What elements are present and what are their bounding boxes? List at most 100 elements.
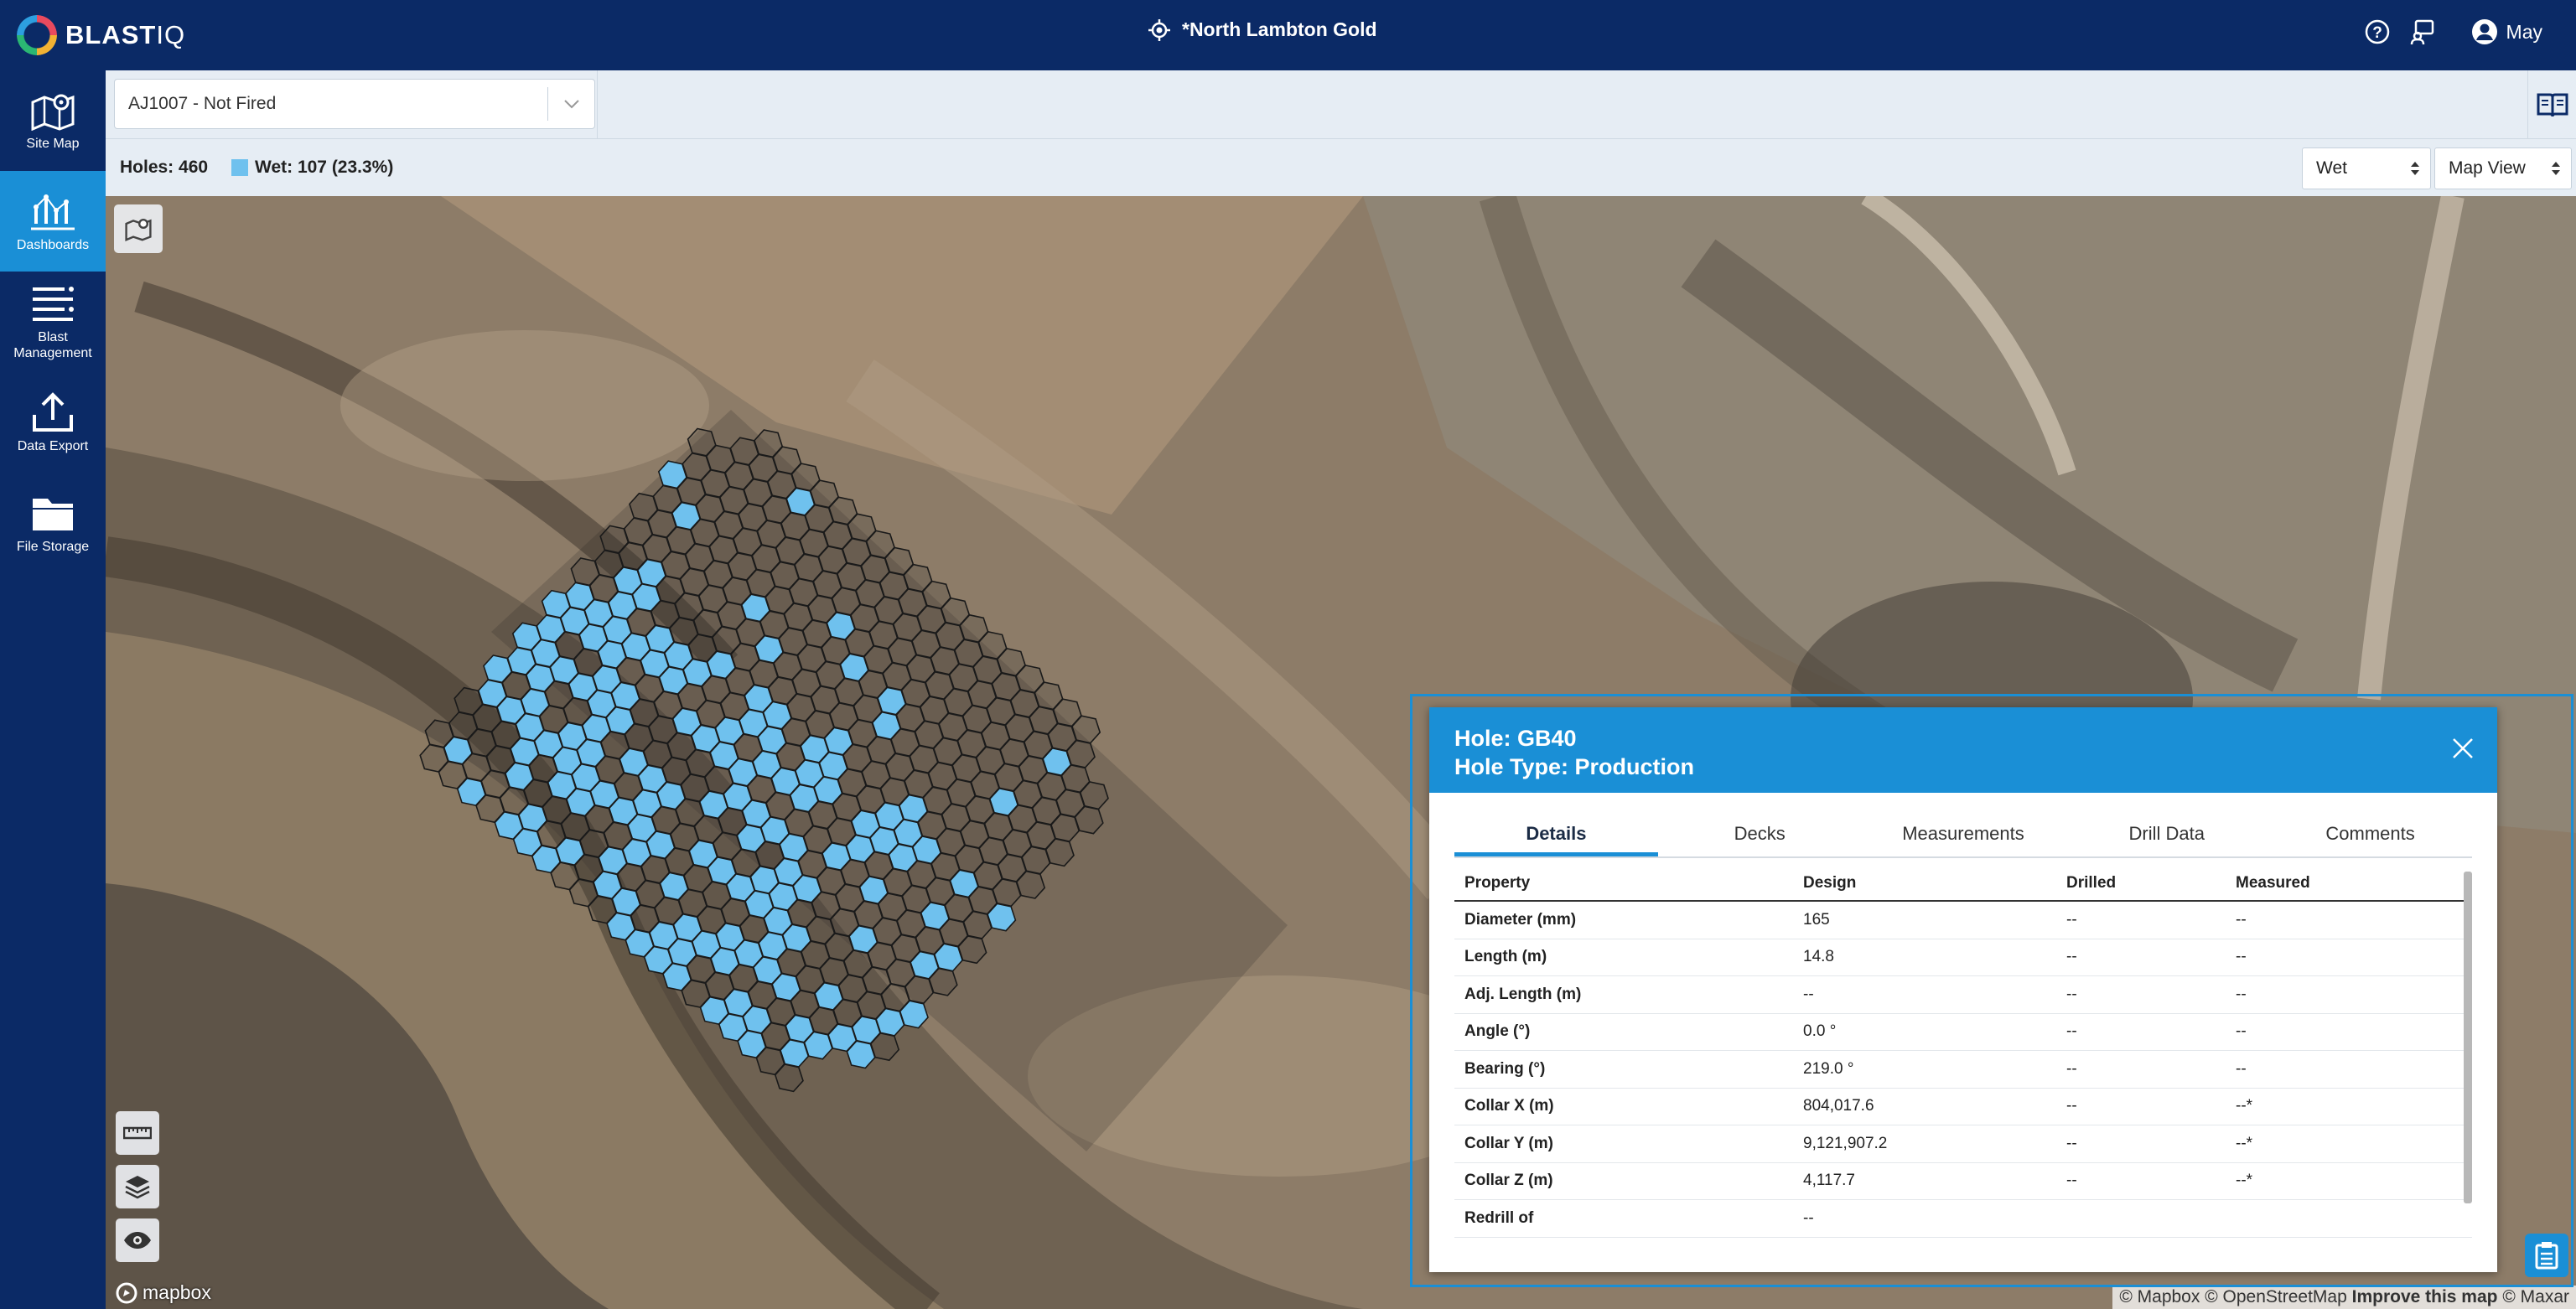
user-avatar-icon — [2471, 19, 2497, 44]
layers-button[interactable] — [116, 1165, 159, 1208]
location-target-icon — [1148, 18, 1170, 41]
property-select[interactable]: Wet — [2302, 147, 2431, 189]
improve-map-link[interactable]: Improve this map — [2352, 1287, 2498, 1306]
value-cell: -- — [2066, 1172, 2077, 1190]
tab-drill-data[interactable]: Drill Data — [2065, 815, 2268, 856]
table-row: Collar Y (m) 9,121,907.2 -- --* — [1454, 1125, 2472, 1163]
layers-icon — [125, 1176, 150, 1199]
book-icon — [2537, 93, 2568, 117]
blast-selector[interactable]: AJ1007 - Not Fired — [114, 79, 595, 129]
attribution-prefix: © Mapbox © OpenStreetMap — [2119, 1287, 2347, 1306]
popup-header: Hole: GB40 Hole Type: Production — [1429, 707, 2497, 793]
value-cell: -- — [2066, 948, 2077, 966]
help-icon[interactable]: ? — [2364, 18, 2391, 45]
table-row: Adj. Length (m) -- -- -- — [1454, 976, 2472, 1014]
nav-file-storage[interactable]: File Storage — [0, 473, 106, 573]
value-cell: -- — [1803, 985, 1814, 1003]
column-header: Design — [1803, 874, 1857, 892]
ruler-icon — [123, 1126, 152, 1140]
guide-button[interactable] — [2527, 70, 2576, 139]
nav-blast-management[interactable]: Blast Management — [0, 272, 106, 372]
column-header: Measured — [2236, 874, 2310, 892]
table-row: Diameter (mm) 165 -- -- — [1454, 902, 2472, 939]
nav-label: Data Export — [17, 438, 89, 453]
value-cell: 14.8 — [1803, 948, 1834, 966]
feedback-icon[interactable] — [2409, 18, 2436, 45]
value-cell: --* — [2236, 1097, 2253, 1115]
mapbox-logo[interactable]: mapbox — [116, 1281, 211, 1304]
visibility-button[interactable] — [116, 1218, 159, 1262]
blastiq-logo[interactable]: BLASTIQ — [17, 13, 185, 57]
value-cell: -- — [2236, 985, 2247, 1003]
popup-title: Hole: GB40 — [1454, 726, 1577, 751]
property-cell: Length (m) — [1464, 948, 1547, 966]
value-cell: --* — [2236, 1134, 2253, 1152]
mapbox-label: mapbox — [143, 1281, 211, 1303]
attribution-suffix: © Maxar — [2502, 1287, 2569, 1306]
value-cell: -- — [2236, 1059, 2247, 1078]
property-cell: Diameter (mm) — [1464, 910, 1577, 929]
popup-subtitle: Hole Type: Production — [1454, 754, 1695, 779]
property-cell: Redrill of — [1464, 1208, 1534, 1227]
table-scrollbar[interactable] — [2464, 872, 2472, 1203]
value-cell: -- — [2066, 1134, 2077, 1152]
top-bar: BLASTIQ *North Lambton Gold ? May — [0, 0, 2576, 70]
value-cell: -- — [2066, 1059, 2077, 1078]
tab-measurements[interactable]: Measurements — [1862, 815, 2065, 856]
sidebar: Site Map Dashboards Blast Management Dat… — [0, 70, 106, 1309]
blast-selector-value: AJ1007 - Not Fired — [128, 94, 277, 113]
user-name: May — [2506, 20, 2542, 43]
value-cell: 804,017.6 — [1803, 1097, 1874, 1115]
table-row: Redrill of -- — [1454, 1200, 2472, 1238]
site-selector[interactable]: *North Lambton Gold — [1148, 18, 1377, 41]
measure-button[interactable] — [116, 1111, 159, 1155]
view-select[interactable]: Map View — [2434, 147, 2572, 189]
tab-decks[interactable]: Decks — [1658, 815, 1862, 856]
upload-icon — [33, 391, 73, 432]
value-cell: 9,121,907.2 — [1803, 1134, 1888, 1152]
toolbar: AJ1007 - Not Fired — [106, 70, 2576, 139]
report-button[interactable] — [2525, 1234, 2568, 1277]
property-select-value: Wet — [2316, 158, 2347, 178]
brand-suffix: IQ — [156, 20, 186, 49]
map-attribution: © Mapbox © OpenStreetMap Improve this ma… — [2112, 1286, 2576, 1309]
value-cell: -- — [1803, 1208, 1814, 1227]
table-row: Collar Z (m) 4,117.7 -- --* — [1454, 1163, 2472, 1200]
property-cell: Collar Z (m) — [1464, 1172, 1553, 1190]
tab-details[interactable]: Details — [1454, 815, 1658, 856]
value-cell: -- — [2236, 948, 2247, 966]
value-cell: -- — [2236, 1022, 2247, 1041]
list-icon — [33, 287, 74, 321]
sort-arrows-icon — [2552, 162, 2560, 175]
value-cell: --* — [2236, 1172, 2253, 1190]
folder-icon — [33, 498, 73, 530]
property-cell: Collar X (m) — [1464, 1097, 1554, 1115]
chevron-down-icon[interactable] — [547, 87, 594, 121]
sort-arrows-icon — [2411, 162, 2419, 175]
hole-details-popup: Hole: GB40 Hole Type: Production Details… — [1429, 707, 2497, 1272]
details-table: Property Design Drilled Measured Diamete… — [1454, 867, 2472, 1239]
value-cell: -- — [2066, 910, 2077, 929]
popup-tabs: Details Decks Measurements Drill Data Co… — [1454, 815, 2472, 858]
site-map-button[interactable] — [114, 204, 163, 253]
eye-icon — [124, 1232, 151, 1249]
wet-summary: Wet: 107 (23.3%) — [231, 158, 393, 178]
nav-data-export[interactable]: Data Export — [0, 372, 106, 473]
nav-site-map[interactable]: Site Map — [0, 70, 106, 171]
column-header: Drilled — [2066, 874, 2117, 892]
close-icon[interactable] — [2452, 737, 2474, 759]
value-cell: -- — [2066, 1097, 2077, 1115]
nav-dashboards[interactable]: Dashboards — [0, 171, 106, 272]
table-header: Property Design Drilled Measured — [1454, 867, 2472, 902]
view-select-value: Map View — [2449, 158, 2526, 178]
mapbox-icon — [116, 1282, 137, 1303]
nav-label: Site Map — [26, 136, 80, 151]
user-menu[interactable]: May — [2471, 18, 2542, 45]
nav-label: Dashboards — [16, 237, 90, 252]
tab-comments[interactable]: Comments — [2268, 815, 2472, 856]
column-header: Property — [1464, 874, 1531, 892]
property-cell: Adj. Length (m) — [1464, 985, 1582, 1003]
wet-count: Wet: 107 (23.3%) — [255, 158, 394, 177]
toolbar-divider — [597, 70, 598, 139]
table-row: Length (m) 14.8 -- -- — [1454, 939, 2472, 976]
